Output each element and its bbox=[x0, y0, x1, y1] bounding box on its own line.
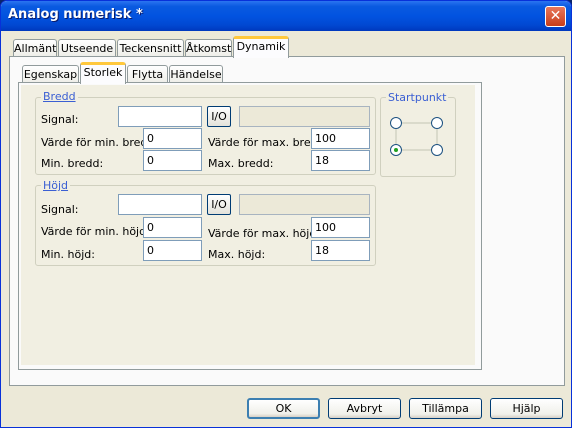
bredd-io-display bbox=[239, 106, 370, 127]
help-button[interactable]: Hjälp bbox=[490, 398, 563, 419]
bredd-min-size-input[interactable]: 0 bbox=[143, 150, 202, 171]
startpunkt-bottom-left-radio[interactable] bbox=[390, 144, 402, 156]
startpunkt-top-right-radio[interactable] bbox=[431, 117, 443, 129]
tab-dynamik[interactable]: Dynamik bbox=[233, 36, 289, 58]
title-bar: Analog numerisk * ✕ bbox=[1, 1, 571, 31]
hojd-max-size-label: Max. höjd: bbox=[208, 248, 266, 261]
hojd-io-button[interactable]: I/O bbox=[207, 194, 231, 215]
hojd-signal-input[interactable] bbox=[118, 194, 202, 215]
bredd-signal-input[interactable] bbox=[118, 106, 202, 127]
hojd-max-size-input[interactable]: 18 bbox=[311, 240, 370, 261]
hojd-legend: Höjd bbox=[41, 179, 71, 192]
bredd-signal-label: Signal: bbox=[41, 113, 79, 126]
bredd-min-value-input[interactable]: 0 bbox=[143, 128, 202, 149]
bredd-max-value-input[interactable]: 100 bbox=[311, 128, 370, 149]
hojd-max-value-label: Värde för max. höjd: bbox=[208, 227, 321, 240]
hojd-min-size-input[interactable]: 0 bbox=[143, 240, 202, 261]
cancel-button[interactable]: Avbryt bbox=[328, 398, 401, 419]
bredd-min-value-label: Värde för min. bredd: bbox=[41, 136, 159, 149]
ok-button[interactable]: OK bbox=[247, 398, 320, 419]
startpunkt-bottom-right-radio[interactable] bbox=[431, 144, 443, 156]
apply-button[interactable]: Tillämpa bbox=[409, 398, 482, 419]
bredd-max-size-input[interactable]: 18 bbox=[311, 150, 370, 171]
bredd-min-size-label: Min. bredd: bbox=[41, 157, 104, 170]
startpunkt-guides bbox=[395, 122, 438, 151]
startpunkt-top-left-radio[interactable] bbox=[390, 117, 402, 129]
bredd-legend: Bredd bbox=[41, 90, 78, 103]
bredd-io-button[interactable]: I/O bbox=[207, 106, 231, 127]
close-icon: ✕ bbox=[549, 8, 562, 24]
dialog-window: Analog numerisk * ✕ Allmänt Utseende Tec… bbox=[0, 0, 572, 428]
hojd-min-value-input[interactable]: 0 bbox=[143, 217, 202, 238]
bredd-max-size-label: Max. bredd: bbox=[208, 157, 274, 170]
hojd-min-value-label: Värde för min. höjd: bbox=[41, 225, 150, 238]
window-title: Analog numerisk * bbox=[8, 7, 143, 22]
close-button[interactable]: ✕ bbox=[545, 6, 566, 27]
hojd-min-size-label: Min. höjd: bbox=[41, 248, 95, 261]
hojd-io-display bbox=[239, 194, 370, 215]
tab-storlek[interactable]: Storlek bbox=[80, 62, 126, 84]
hojd-signal-label: Signal: bbox=[41, 203, 79, 216]
hojd-max-value-input[interactable]: 100 bbox=[311, 217, 370, 238]
